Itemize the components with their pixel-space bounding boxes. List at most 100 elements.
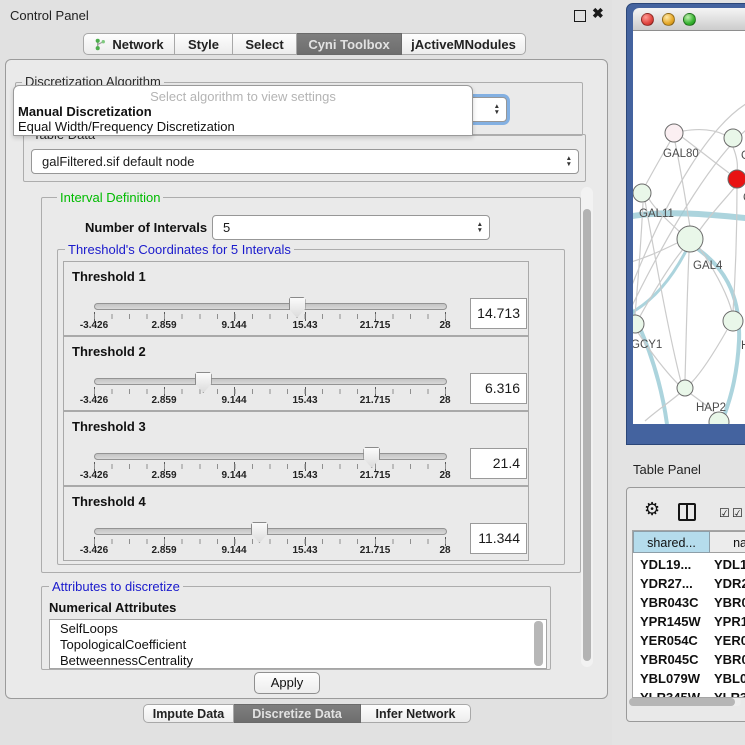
zoom-traffic-light[interactable] bbox=[683, 13, 696, 26]
cell: YPR145W bbox=[640, 614, 701, 629]
interval-definition-label: Interval Definition bbox=[57, 190, 163, 205]
cell: YPR1 bbox=[714, 614, 745, 629]
apply-button[interactable]: Apply bbox=[254, 672, 320, 694]
checkbox-icon[interactable]: ☑ bbox=[719, 506, 730, 520]
tab-network-label: Network bbox=[112, 37, 163, 52]
network-window-titlebar[interactable] bbox=[633, 8, 745, 31]
table-row[interactable]: YER054CYER0 bbox=[633, 633, 745, 652]
scale-label: 9.144 bbox=[221, 395, 246, 406]
close-icon[interactable]: ✖ bbox=[592, 5, 604, 22]
node-hap2[interactable] bbox=[677, 380, 693, 396]
tab-jactivemnodules[interactable]: jActiveMNodules bbox=[402, 33, 526, 55]
threshold-2-label: Threshold 2 bbox=[72, 344, 146, 359]
table-data-combobox[interactable]: galFiltered.sif default node ▲▼ bbox=[31, 149, 579, 174]
scale-label: 15.43 bbox=[292, 320, 317, 331]
dropdown-option-manual[interactable]: Manual Discretization bbox=[18, 104, 152, 119]
table-row[interactable]: YBR043CYBR0 bbox=[633, 595, 745, 614]
threshold-4-slider-track[interactable] bbox=[94, 528, 447, 535]
table-row[interactable]: YPR145W YPR1 bbox=[633, 614, 745, 633]
spinner-arrows-icon: ▲▼ bbox=[477, 216, 483, 239]
algorithm-dropdown-popup: Select algorithm to view settings Manual… bbox=[13, 85, 473, 136]
node-label-partial: H bbox=[741, 340, 745, 352]
node-gal4[interactable] bbox=[677, 226, 703, 252]
threshold-2-panel: Threshold 2 -3.426 2.859 9.144 15.43 21.… bbox=[63, 336, 529, 411]
threshold-2-value-field[interactable]: 6.316 bbox=[470, 373, 527, 404]
threshold-3-value-field[interactable]: 21.4 bbox=[470, 448, 527, 479]
threshold-4-value-field[interactable]: 11.344 bbox=[470, 523, 527, 554]
tab-discretize-data-label: Discretize Data bbox=[252, 707, 342, 721]
number-of-intervals-spinner[interactable]: 5 ▲▼ bbox=[212, 215, 490, 240]
column-header-name[interactable]: na bbox=[710, 531, 745, 553]
minimize-traffic-light[interactable] bbox=[662, 13, 675, 26]
threshold-4-label: Threshold 4 bbox=[72, 494, 146, 509]
scale-label: 28 bbox=[439, 545, 450, 556]
cell: YBL0 bbox=[714, 671, 745, 686]
columns-icon[interactable] bbox=[678, 503, 696, 521]
threshold-1-label: Threshold 1 bbox=[72, 269, 146, 284]
scale-label: 15.43 bbox=[292, 395, 317, 406]
node-label-partial: GA bbox=[741, 150, 745, 162]
float-window-icon[interactable] bbox=[574, 10, 586, 22]
settings-scrollbar-thumb[interactable] bbox=[583, 209, 591, 661]
table-row[interactable]: YDR27...YDR2 bbox=[633, 576, 745, 595]
node-selected-red[interactable] bbox=[728, 170, 745, 188]
threshold-3-slider-track[interactable] bbox=[94, 453, 447, 460]
attributes-scrollbar-thumb[interactable] bbox=[534, 621, 543, 666]
column-header-shared[interactable]: shared... bbox=[633, 531, 710, 553]
table-row[interactable]: YLR345WYLR3 bbox=[633, 690, 745, 698]
tab-cyni-toolbox[interactable]: Cyni Toolbox bbox=[297, 33, 402, 55]
tab-network[interactable]: Network bbox=[83, 33, 175, 55]
scale-label: 2.859 bbox=[151, 320, 176, 331]
scale-label: -3.426 bbox=[80, 545, 108, 556]
threshold-1-slider-track[interactable] bbox=[94, 303, 447, 310]
scale-label: -3.426 bbox=[80, 395, 108, 406]
table-hscrollbar-track[interactable] bbox=[629, 698, 741, 706]
control-panel-titlebar: Control Panel ✖ bbox=[0, 0, 612, 30]
network-view-window: GAL80 GA C GAL11 GAL4 GCY1 H HAP2 bbox=[626, 3, 745, 445]
threshold-3-panel: Threshold 3 -3.426 2.859 9.144 15.43 21.… bbox=[63, 411, 529, 486]
scale-label: 9.144 bbox=[221, 320, 246, 331]
node[interactable] bbox=[724, 129, 742, 147]
tab-infer-network-label: Infer Network bbox=[376, 707, 456, 721]
combo-arrows-icon: ▲▼ bbox=[566, 150, 572, 173]
list-item[interactable]: SelfLoops bbox=[50, 620, 546, 636]
node-table[interactable]: shared... na YDL19...YDL1 YDR27...YDR2 Y… bbox=[632, 530, 745, 698]
cell: YLR345W bbox=[640, 690, 700, 698]
table-row[interactable]: YBR045C YBR0 bbox=[633, 652, 745, 671]
tab-impute-data[interactable]: Impute Data bbox=[143, 704, 234, 723]
numerical-attributes-list[interactable]: SelfLoops TopologicalCoefficient Between… bbox=[49, 619, 547, 669]
scale-label: 28 bbox=[439, 320, 450, 331]
cell: YBR0 bbox=[714, 652, 745, 667]
panel-title: Control Panel bbox=[10, 8, 89, 23]
scale-label: 21.715 bbox=[360, 470, 391, 481]
node-gal11[interactable] bbox=[633, 184, 651, 202]
close-traffic-light[interactable] bbox=[641, 13, 654, 26]
node-gal80-neighbor[interactable] bbox=[665, 124, 683, 142]
list-item[interactable]: BetweennessCentrality bbox=[50, 652, 546, 668]
threshold-1-value-field[interactable]: 14.713 bbox=[470, 298, 527, 329]
cell: YBL079W bbox=[640, 671, 700, 686]
list-item[interactable]: TopologicalCoefficient bbox=[50, 636, 546, 652]
tab-style[interactable]: Style bbox=[175, 33, 233, 55]
network-canvas[interactable]: GAL80 GA C GAL11 GAL4 GCY1 H HAP2 bbox=[633, 31, 745, 424]
minor-ticks bbox=[94, 539, 446, 544]
app-root: Control Panel ✖ Network Style Select bbox=[0, 0, 745, 745]
table-hscrollbar-thumb[interactable] bbox=[629, 698, 735, 706]
tab-infer-network[interactable]: Infer Network bbox=[361, 704, 471, 723]
node[interactable] bbox=[723, 311, 743, 331]
dropdown-hint: Select algorithm to view settings bbox=[14, 89, 472, 104]
checkbox-icon[interactable]: ☑ bbox=[732, 506, 743, 520]
dropdown-option-equal-width[interactable]: Equal Width/Frequency Discretization bbox=[18, 119, 235, 134]
tab-style-label: Style bbox=[188, 37, 219, 52]
scale-label: 9.144 bbox=[221, 470, 246, 481]
gear-icon[interactable]: ⚙ bbox=[644, 499, 660, 520]
tab-discretize-data[interactable]: Discretize Data bbox=[234, 704, 361, 723]
cell: YBR045C bbox=[640, 652, 699, 667]
threshold-2-slider-track[interactable] bbox=[94, 378, 447, 385]
control-panel: Control Panel ✖ Network Style Select bbox=[0, 0, 612, 745]
table-panel-window: ⚙ ☑ ☑ shared... na YDL19...YDL1 YDR27...… bbox=[626, 487, 745, 722]
table-row[interactable]: YDL19...YDL1 bbox=[633, 557, 745, 576]
tab-select[interactable]: Select bbox=[233, 33, 297, 55]
table-row[interactable]: YBL079W YBL0 bbox=[633, 671, 745, 690]
cell: YDL19... bbox=[640, 557, 691, 572]
